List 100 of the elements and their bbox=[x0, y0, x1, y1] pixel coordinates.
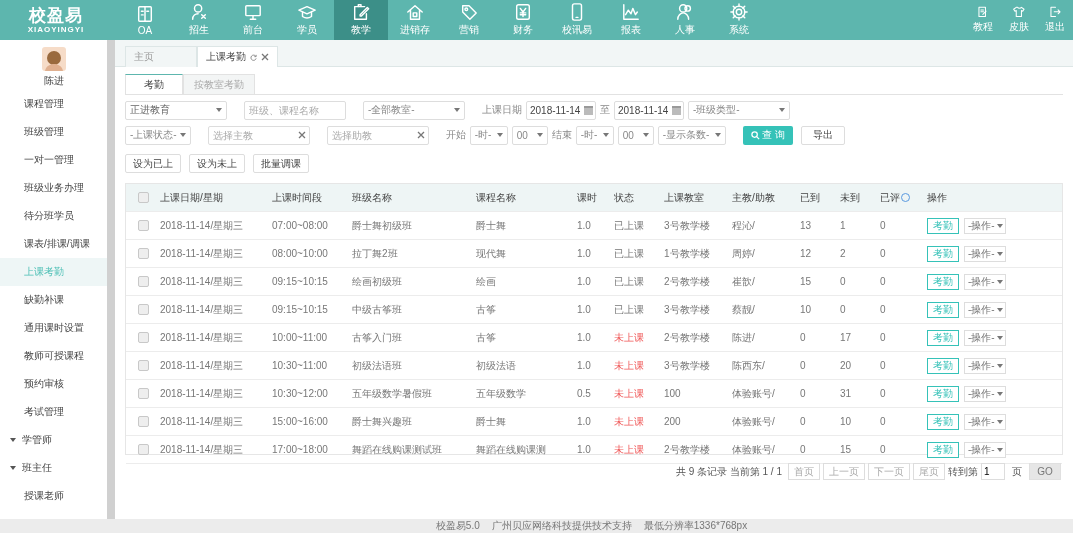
search-button[interactable]: 查 询 bbox=[742, 125, 793, 145]
sidebar-item[interactable]: 缺勤补课 bbox=[0, 286, 107, 314]
clear-icon[interactable] bbox=[297, 130, 306, 139]
sidebar-item[interactable]: 一对一管理 bbox=[0, 146, 107, 174]
sidebar-item[interactable]: 考试管理 bbox=[0, 398, 107, 426]
checkbox[interactable] bbox=[137, 276, 149, 287]
dropdown[interactable]: 00 bbox=[617, 125, 654, 145]
attendance-button[interactable]: 考勤 bbox=[927, 329, 959, 346]
dropdown[interactable]: -上课状态- bbox=[125, 125, 191, 145]
clear-icon[interactable] bbox=[416, 130, 425, 139]
table-cell: 0 bbox=[840, 276, 846, 287]
nav-tab[interactable]: 招生 bbox=[172, 0, 226, 40]
toolbar-button[interactable]: 退出 bbox=[1037, 0, 1073, 40]
toolbar-button[interactable]: 皮肤 bbox=[1001, 0, 1037, 40]
attendance-button[interactable]: 考勤 bbox=[927, 273, 959, 290]
date-field[interactable]: 2018-11-14 bbox=[614, 100, 684, 120]
action-dropdown[interactable]: -操作- bbox=[964, 413, 1006, 430]
sidebar-group[interactable]: 学管师 bbox=[0, 426, 107, 454]
nav-tab[interactable]: 报表 bbox=[604, 0, 658, 40]
dropdown[interactable]: -时- bbox=[575, 125, 614, 145]
action-dropdown[interactable]: -操作- bbox=[964, 245, 1006, 262]
action-dropdown[interactable]: -操作- bbox=[964, 301, 1006, 318]
dropdown[interactable]: -班级类型- bbox=[688, 100, 790, 120]
table-cell: 体验账号/ bbox=[732, 443, 775, 455]
nav-tab[interactable]: 教学 bbox=[334, 0, 388, 40]
checkbox[interactable] bbox=[137, 332, 149, 343]
checkbox[interactable] bbox=[137, 416, 149, 427]
checkbox[interactable] bbox=[137, 360, 149, 371]
text-field[interactable]: 选择主教 bbox=[207, 125, 310, 145]
dropdown[interactable]: 00 bbox=[511, 125, 548, 145]
table-cell: 0 bbox=[880, 220, 886, 231]
sub-tab[interactable]: 考勤 bbox=[125, 74, 183, 94]
column-header: 课时 bbox=[577, 190, 597, 205]
sidebar-item[interactable]: 课程管理 bbox=[0, 90, 107, 118]
attendance-button[interactable]: 考勤 bbox=[927, 301, 959, 318]
attendance-button[interactable]: 考勤 bbox=[927, 245, 959, 262]
sidebar-item[interactable]: 课表/排课/调课 bbox=[0, 230, 107, 258]
table-cell: 0 bbox=[880, 332, 886, 343]
nav-tab[interactable]: 财务 bbox=[496, 0, 550, 40]
table-cell: 体验账号/ bbox=[732, 387, 775, 399]
checkbox[interactable] bbox=[137, 220, 149, 231]
nav-tab[interactable]: 系统 bbox=[712, 0, 766, 40]
attendance-button[interactable]: 考勤 bbox=[927, 441, 959, 458]
text-field[interactable]: 选择助教 bbox=[326, 125, 429, 145]
sidebar-item[interactable]: 预约审核 bbox=[0, 370, 107, 398]
sidebar-group[interactable]: 班主任 bbox=[0, 454, 107, 482]
table-cell: 古筝 bbox=[476, 331, 496, 343]
dropdown[interactable]: -全部教室- bbox=[363, 100, 465, 120]
attendance-button[interactable]: 考勤 bbox=[927, 385, 959, 402]
sidebar-item[interactable]: 上课考勤 bbox=[0, 258, 107, 286]
page-tab[interactable]: 上课考勤 bbox=[197, 46, 278, 67]
action-dropdown[interactable]: -操作- bbox=[964, 441, 1006, 458]
dropdown[interactable]: -显示条数- bbox=[657, 125, 726, 145]
page-field[interactable]: 1 bbox=[981, 463, 1005, 480]
nav-tab[interactable]: 人事 bbox=[658, 0, 712, 40]
nav-tab[interactable]: OA bbox=[118, 0, 172, 40]
action-button[interactable]: 设为已上 bbox=[125, 154, 181, 173]
checkbox[interactable] bbox=[137, 248, 149, 259]
sub-tab[interactable]: 按教室考勤 bbox=[183, 74, 255, 94]
action-dropdown[interactable]: -操作- bbox=[964, 273, 1006, 290]
dropdown[interactable]: 正进教育 bbox=[125, 100, 227, 120]
text-field[interactable]: 班级、课程名称 bbox=[244, 100, 346, 120]
action-button[interactable]: 设为未上 bbox=[189, 154, 245, 173]
checkbox[interactable] bbox=[137, 192, 149, 203]
table-cell: 20 bbox=[840, 360, 852, 371]
action-dropdown[interactable]: -操作- bbox=[964, 357, 1006, 374]
nav-tab[interactable]: 校讯易 bbox=[550, 0, 604, 40]
attendance-button[interactable]: 考勤 bbox=[927, 357, 959, 374]
date-field[interactable]: 2018-11-14 bbox=[526, 100, 596, 120]
export-button[interactable]: 导出 bbox=[800, 125, 845, 145]
group-label: 班主任 bbox=[22, 461, 52, 475]
checkbox[interactable] bbox=[137, 388, 149, 399]
action-dropdown[interactable]: -操作- bbox=[964, 329, 1006, 346]
checkbox[interactable] bbox=[137, 304, 149, 315]
refresh-icon[interactable] bbox=[250, 53, 257, 61]
clear-icon[interactable] bbox=[261, 53, 269, 61]
sidebar-item[interactable]: 班级管理 bbox=[0, 118, 107, 146]
sidebar-item[interactable]: 班级业务办理 bbox=[0, 174, 107, 202]
sidebar-item[interactable]: 待分班学员 bbox=[0, 202, 107, 230]
action-dropdown[interactable]: -操作- bbox=[964, 217, 1006, 234]
nav-tab[interactable]: 进销存 bbox=[388, 0, 442, 40]
action-dropdown[interactable]: -操作- bbox=[964, 385, 1006, 402]
sidebar-item[interactable]: 授课老师 bbox=[0, 482, 107, 510]
calendar-icon bbox=[584, 105, 593, 115]
record-summary: 共 9 条记录 当前第 1 / 1 bbox=[675, 464, 782, 479]
page-tab[interactable]: 主页 bbox=[125, 46, 197, 67]
table-cell: 0 bbox=[800, 388, 806, 399]
toolbar-button[interactable]: 教程 bbox=[965, 0, 1001, 40]
checkbox[interactable] bbox=[137, 444, 149, 455]
sidebar-item[interactable]: 教师可授课程 bbox=[0, 342, 107, 370]
sidebar-item[interactable]: 通用课时设置 bbox=[0, 314, 107, 342]
nav-tab[interactable]: 前台 bbox=[226, 0, 280, 40]
scrollbar[interactable] bbox=[107, 40, 115, 519]
attendance-button[interactable]: 考勤 bbox=[927, 217, 959, 234]
attendance-button[interactable]: 考勤 bbox=[927, 413, 959, 430]
nav-tab[interactable]: 营销 bbox=[442, 0, 496, 40]
dropdown[interactable]: -时- bbox=[469, 125, 508, 145]
nav-tab[interactable]: 学员 bbox=[280, 0, 334, 40]
go-button[interactable]: GO bbox=[1029, 463, 1061, 480]
action-button[interactable]: 批量调课 bbox=[253, 154, 309, 173]
